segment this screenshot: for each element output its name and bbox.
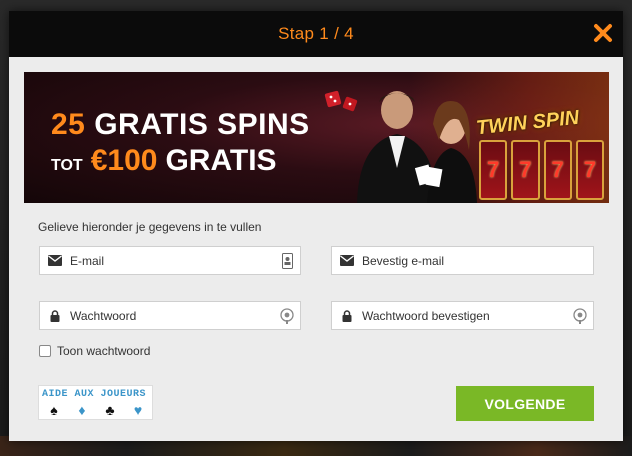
registration-modal: Stap 1 / 4 25 GRATIS SPINS TOT €100 GRAT… [9,11,623,441]
contact-card-icon [274,252,300,269]
password-key-icon[interactable] [274,307,300,324]
aide-aux-joueurs-logo[interactable]: AIDE AUX JOUEURS ♠ ♦ ♣ ♥ [38,385,153,420]
promo-subline: TOT €100 GRATIS [51,144,277,178]
promo-gratis: GRATIS [165,144,277,177]
casino-hosts-image [357,91,477,203]
promo-spin-count: 25 [51,108,86,141]
show-password-label: Toon wachtwoord [57,344,151,358]
password-input[interactable] [70,302,274,329]
slot-reel: 7 [575,140,604,200]
show-password-toggle[interactable]: Toon wachtwoord [39,344,150,358]
slot-reel: 7 [479,140,508,200]
promo-amount: €100 [90,144,158,177]
modal-header: Stap 1 / 4 [9,11,623,57]
form-intro-text: Gelieve hieronder je gegevens in te vull… [38,220,262,234]
slot-reel: 7 [511,140,540,200]
confirm-password-input[interactable] [362,302,567,329]
promo-prefix: TOT [51,157,83,174]
confirm-email-input[interactable] [362,247,593,274]
promo-banner: 25 GRATIS SPINS TOT €100 GRATIS TWIN SPI… [24,72,609,203]
slot-reels: 7 7 7 7 [479,140,604,200]
password-field[interactable] [39,301,301,330]
step-title: Stap 1 / 4 [278,24,354,43]
aide-logo-text: AIDE AUX JOUEURS [42,389,147,400]
email-field[interactable] [39,246,301,275]
lock-icon [332,309,362,322]
close-icon[interactable] [592,22,614,44]
show-password-checkbox[interactable] [39,345,51,357]
promo-spins-text: GRATIS SPINS [94,108,310,141]
envelope-icon [40,255,70,266]
envelope-icon [332,255,362,266]
slot-reel: 7 [543,140,572,200]
promo-headline: 25 GRATIS SPINS [51,108,310,142]
password-key-icon[interactable] [567,307,593,324]
confirm-email-field[interactable] [331,246,594,275]
email-input[interactable] [70,247,274,274]
lock-icon [40,309,70,322]
card-suits-icon: ♠ ♦ ♣ ♥ [50,402,143,418]
confirm-password-field[interactable] [331,301,594,330]
next-button[interactable]: VOLGENDE [456,386,594,421]
